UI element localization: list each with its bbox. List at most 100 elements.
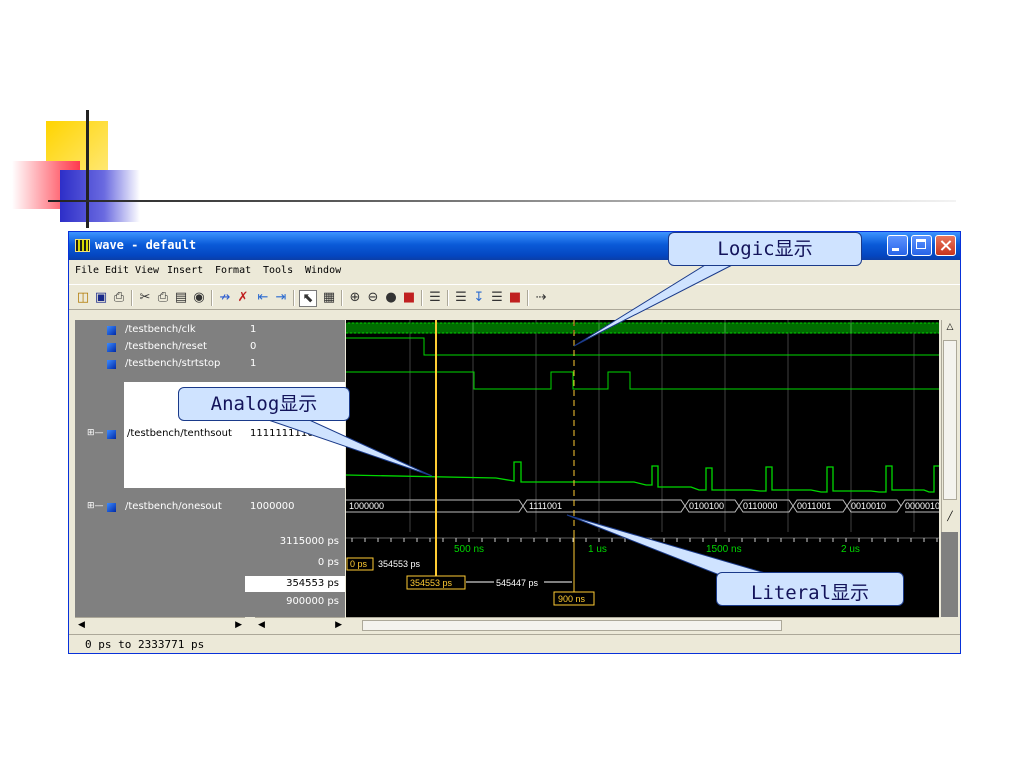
signal-name[interactable]: /testbench/onesout	[125, 501, 222, 512]
signal-value: 0	[250, 341, 257, 352]
paste-icon[interactable]: ▤	[173, 290, 189, 305]
time-tick-label: 2 us	[841, 544, 860, 555]
logic-callout: Logic显示	[668, 232, 862, 266]
bus-value: 0010010	[851, 501, 886, 511]
menu-view[interactable]: View	[135, 265, 159, 276]
cut-icon[interactable]: ✂	[137, 290, 153, 305]
deco-horizontal-line	[48, 200, 956, 202]
time-tick-label: 1 us	[588, 544, 607, 555]
bus-value: 0110000	[743, 501, 777, 511]
vertical-scrollbar[interactable]: △ ╱	[941, 320, 958, 532]
run-icon[interactable]: ⇢	[533, 290, 549, 305]
reset-waveform	[346, 337, 939, 356]
scroll-right-icon[interactable]: ▶	[235, 620, 242, 630]
next-edge-icon[interactable]: ↧	[471, 290, 487, 305]
signal-name[interactable]: /testbench/strtstop	[125, 358, 220, 369]
find-icon[interactable]: ◉	[191, 290, 207, 305]
clk-square-wave	[346, 322, 939, 334]
vertical-scroll-thumb[interactable]	[943, 340, 957, 500]
signal-value: 1000000	[250, 501, 295, 512]
menu-insert[interactable]: Insert	[167, 265, 203, 276]
select-mode-icon[interactable]: ⬉	[299, 290, 317, 307]
close-button[interactable]	[935, 235, 956, 256]
add-wave-icon[interactable]: ↛	[217, 290, 233, 305]
cursor-time-text: 354553 ps	[378, 559, 421, 569]
waveform-plot: 1000000 1111001 0100100 0110000 0011001 …	[346, 320, 939, 532]
signal-name[interactable]: /testbench/reset	[125, 341, 207, 352]
cursor-label: 900 ns	[558, 594, 586, 604]
zoom-range-icon[interactable]: ■	[401, 290, 417, 305]
wave-app-icon	[75, 239, 90, 252]
names-horizontal-scrollbar[interactable]: ◀ ▶	[75, 617, 245, 634]
signal-icon	[107, 503, 116, 512]
copy-icon[interactable]: ⎙	[155, 290, 171, 305]
window-title: wave - default	[95, 238, 197, 252]
strtstop-waveform	[346, 371, 939, 390]
zoom-in-icon[interactable]: ⊕	[347, 290, 363, 305]
waveform-pane[interactable]: 1000000 1111001 0100100 0110000 0011001 …	[346, 320, 939, 532]
time-tick-label: 500 ns	[454, 544, 484, 555]
insert-cursor-icon[interactable]: ⇤	[255, 290, 271, 305]
timeline-ticks	[351, 538, 938, 542]
zoom-full-icon[interactable]: ●	[383, 290, 399, 305]
scroll-down-icon[interactable]: ╱	[943, 512, 957, 526]
menu-file[interactable]: File	[75, 265, 99, 276]
scroll-left-icon[interactable]: ◀	[258, 620, 265, 630]
expand-icon[interactable]: ⊞—	[87, 428, 104, 438]
prev-edge-icon[interactable]: ☰	[453, 290, 469, 305]
expand-icon[interactable]: ⊞—	[87, 501, 104, 511]
bus-value: 0000010	[905, 501, 939, 511]
clk-waveform	[346, 322, 939, 334]
now-time: 3115000 ps	[279, 536, 339, 547]
open-icon[interactable]: ◫	[75, 290, 91, 305]
deco-vertical-line	[86, 110, 89, 228]
delete-cursor-icon[interactable]: ⇥	[273, 290, 289, 305]
deco-blue-square	[60, 170, 140, 222]
scroll-right-icon[interactable]: ▶	[335, 620, 342, 630]
signal-icon	[107, 430, 116, 439]
signal-name-pane: /testbench/clk /testbench/reset /testben…	[75, 320, 245, 532]
cursor-value[interactable]: 354553 ps	[286, 578, 339, 589]
stop-icon[interactable]: ☰	[489, 290, 505, 305]
print-icon[interactable]: ⎙	[111, 290, 127, 305]
menu-tools[interactable]: Tools	[263, 265, 293, 276]
delete-icon[interactable]: ✗	[235, 290, 251, 305]
bus-value: 1000000	[349, 501, 384, 511]
vertical-scrollbar-lower	[941, 532, 958, 617]
break-icon[interactable]: ■	[507, 290, 523, 305]
menu-window[interactable]: Window	[305, 265, 341, 276]
signal-icon	[107, 360, 116, 369]
time-tick-label: 1500 ns	[706, 544, 742, 555]
wave-horizontal-scrollbar[interactable]	[346, 617, 939, 634]
cursor-delta: 545447 ps	[496, 578, 539, 588]
status-range: 0 ps to 2333771 ps	[85, 638, 205, 651]
maximize-button[interactable]	[911, 235, 932, 256]
cursor-value-pane: 3115000 ps 0 ps 354553 ps 900000 ps	[245, 532, 345, 617]
values-horizontal-scrollbar[interactable]: ◀ ▶	[255, 617, 345, 634]
menu-format[interactable]: Format	[215, 265, 251, 276]
zoom-mode-icon[interactable]: ▦	[321, 290, 337, 305]
analog-callout: Analog显示	[178, 387, 350, 421]
cursor-name-pane	[75, 532, 245, 617]
save-icon[interactable]: ▣	[93, 290, 109, 305]
signal-icon	[107, 343, 116, 352]
scroll-up-icon[interactable]: △	[943, 322, 957, 336]
minimize-button[interactable]	[887, 235, 908, 256]
cursor-label: 0 ps	[350, 559, 368, 569]
signal-name[interactable]: /testbench/tenthsout	[127, 428, 232, 439]
cursor-label: 354553 ps	[410, 578, 453, 588]
menu-edit[interactable]: Edit	[105, 265, 129, 276]
find-edge-icon[interactable]: ☰	[427, 290, 443, 305]
signal-value: 1	[250, 324, 257, 335]
signal-name[interactable]: /testbench/clk	[125, 324, 196, 335]
scroll-left-icon[interactable]: ◀	[78, 620, 85, 630]
bus-value: 1111001	[529, 501, 562, 511]
signal-value-pane: 1 0 1 1111111110 1000000	[245, 320, 345, 532]
horizontal-scroll-thumb[interactable]	[362, 620, 782, 631]
toolbar: ◫ ▣ ⎙ ✂ ⎙ ▤ ◉ ↛ ✗ ⇤ ⇥ ⬉ ▦ ⊕ ⊖ ● ■ ☰ ☰ ↧ …	[69, 284, 960, 310]
cursor-value[interactable]: 900000 ps	[286, 596, 339, 607]
zoom-out-icon[interactable]: ⊖	[365, 290, 381, 305]
bus-value: 0100100	[689, 501, 724, 511]
status-bar: 0 ps to 2333771 ps	[69, 634, 960, 653]
cursor-value[interactable]: 0 ps	[318, 557, 339, 568]
